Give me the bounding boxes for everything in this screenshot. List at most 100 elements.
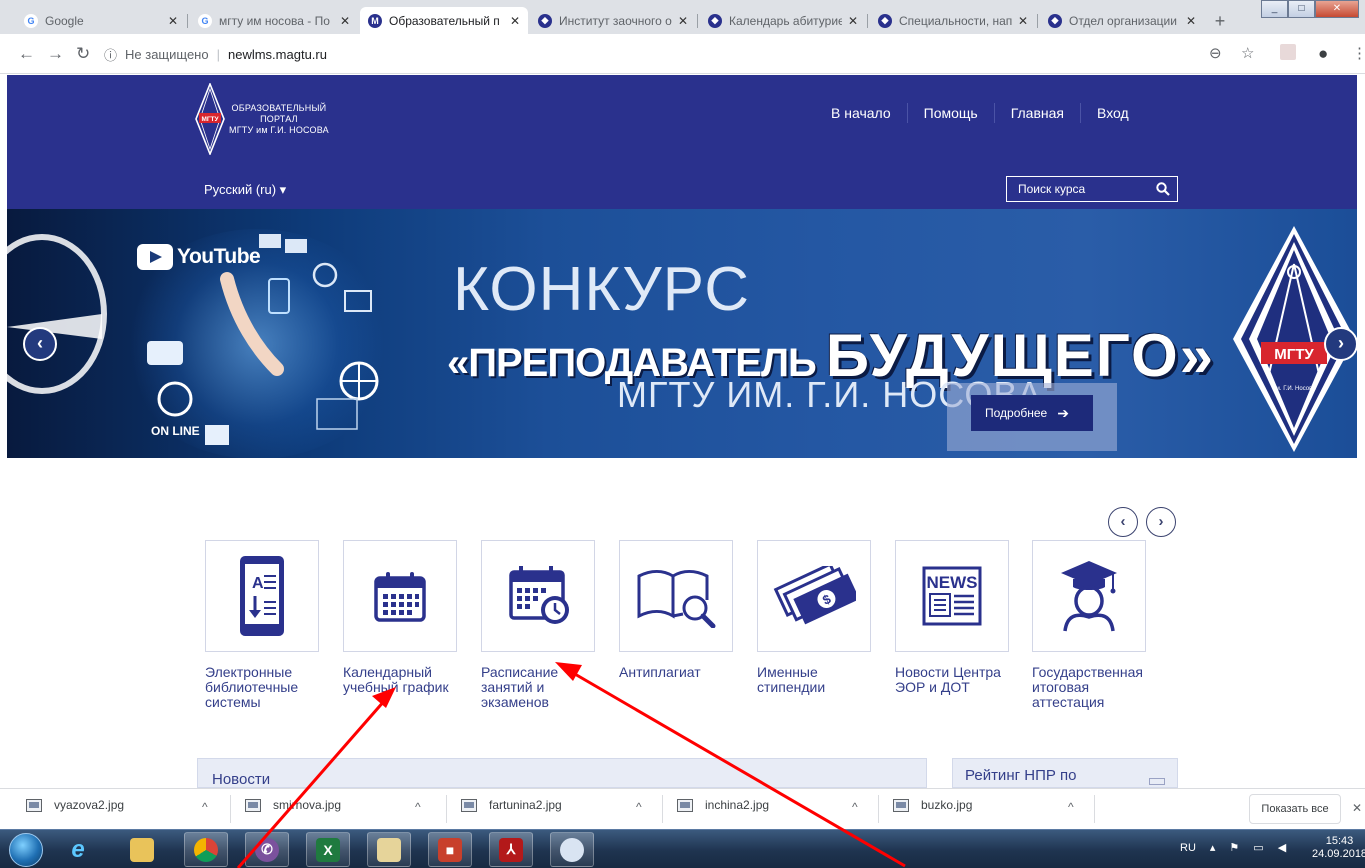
bookmark-star-icon[interactable]: ☆ bbox=[1241, 44, 1254, 62]
reader-taskbar-button[interactable]: ■ bbox=[428, 832, 472, 867]
tile-label[interactable]: Именные стипендии bbox=[757, 665, 871, 695]
tile-label[interactable]: Новости Центра ЭОР и ДОТ bbox=[895, 665, 1009, 695]
minimize-button[interactable]: _ bbox=[1261, 0, 1288, 18]
tab-institute[interactable]: ◆ Институт заочного о ✕ bbox=[530, 7, 696, 34]
profile-icon[interactable]: ● bbox=[1318, 44, 1328, 64]
download-filename: fartunina2.jpg bbox=[489, 798, 562, 812]
banner-next-button[interactable]: › bbox=[1324, 327, 1357, 361]
close-tab-icon[interactable]: ✕ bbox=[510, 14, 520, 28]
menu-icon[interactable]: ⋮ bbox=[1352, 44, 1365, 62]
svg-text:им. Г.И. Носова: им. Г.И. Носова bbox=[1272, 386, 1316, 392]
tab-title: Google bbox=[45, 13, 84, 28]
zoom-icon[interactable]: ⊖ bbox=[1209, 44, 1222, 62]
network-icon[interactable]: ▭ bbox=[1253, 841, 1263, 854]
chevron-up-icon[interactable]: ^ bbox=[636, 800, 642, 814]
close-tab-icon[interactable]: ✕ bbox=[1186, 14, 1196, 28]
back-icon[interactable]: ← bbox=[18, 44, 35, 64]
scheduler-taskbar-button[interactable] bbox=[367, 832, 411, 867]
tab-search-results[interactable]: G мгту им носова - По ✕ bbox=[190, 7, 358, 34]
reload-icon[interactable]: ↻ bbox=[76, 44, 90, 64]
explorer-taskbar-button[interactable] bbox=[120, 832, 164, 867]
chevron-up-icon[interactable]: ^ bbox=[1068, 800, 1074, 814]
window-controls: _ □ ✕ bbox=[1261, 0, 1359, 18]
image-file-icon bbox=[677, 798, 693, 812]
download-item[interactable]: vyazova2.jpg ^ bbox=[26, 798, 208, 814]
acrobat-taskbar-button[interactable]: ⅄ bbox=[489, 832, 533, 867]
info-icon[interactable]: ⓘ bbox=[104, 45, 117, 64]
tab-portal-active[interactable]: М Образовательный п ✕ bbox=[360, 7, 528, 34]
close-tab-icon[interactable]: ✕ bbox=[848, 14, 858, 28]
tile-library[interactable]: A Электронные библиотечные системы bbox=[205, 540, 319, 710]
url-field[interactable]: ⓘ Не защищено | newlms.magtu.ru bbox=[104, 40, 1244, 68]
tile-schedule[interactable]: Расписание занятий и экзаменов bbox=[481, 540, 595, 710]
close-window-button[interactable]: ✕ bbox=[1315, 0, 1359, 18]
ie-taskbar-button[interactable]: e bbox=[56, 832, 100, 867]
tile-icon-box[interactable] bbox=[1032, 540, 1146, 652]
google-icon: G bbox=[24, 13, 38, 28]
tile-icon-box[interactable] bbox=[343, 540, 457, 652]
portal-logo[interactable]: МГТУ ОБРАЗОВАТЕЛЬНЫЙ ПОРТАЛ МГТУ им Г.И.… bbox=[195, 83, 329, 155]
course-search-input[interactable]: Поиск курса bbox=[1006, 176, 1178, 202]
forward-icon[interactable]: → bbox=[47, 44, 64, 64]
system-clock[interactable]: 15:43 24.09.2018 bbox=[1312, 835, 1365, 861]
start-button[interactable] bbox=[9, 833, 43, 867]
search-icon[interactable] bbox=[1149, 177, 1177, 201]
tile-label[interactable]: Государственная итоговая аттестация bbox=[1032, 665, 1146, 710]
tile-label[interactable]: Электронные библиотечные системы bbox=[205, 665, 319, 710]
close-tab-icon[interactable]: ✕ bbox=[678, 14, 688, 28]
more-details-button[interactable]: Подробнее ➔ bbox=[971, 395, 1093, 431]
close-tab-icon[interactable]: ✕ bbox=[168, 14, 178, 28]
tab-specialties[interactable]: ◆ Специальности, нап ✕ bbox=[870, 7, 1036, 34]
chrome-taskbar-button[interactable] bbox=[184, 832, 228, 867]
tile-antiplagiarism[interactable]: Антиплагиат bbox=[619, 540, 733, 680]
maximize-button[interactable]: □ bbox=[1288, 0, 1315, 18]
tile-final-attestation[interactable]: Государственная итоговая аттестация bbox=[1032, 540, 1146, 710]
tile-icon-box[interactable] bbox=[619, 540, 733, 652]
download-item[interactable]: buzko.jpg ^ bbox=[893, 798, 1074, 814]
download-filename: vyazova2.jpg bbox=[54, 798, 125, 812]
volume-icon[interactable]: ◀ bbox=[1278, 841, 1286, 854]
chevron-up-icon[interactable]: ^ bbox=[202, 800, 208, 814]
close-icon[interactable]: ✕ bbox=[1352, 801, 1362, 815]
tile-scholarships[interactable]: $ Именные стипендии bbox=[757, 540, 871, 695]
tab-department[interactable]: ◆ Отдел организации ✕ bbox=[1040, 7, 1204, 34]
language-selector[interactable]: Русский (ru) ▾ bbox=[204, 182, 286, 198]
newspaper-icon: NEWS bbox=[922, 566, 982, 626]
close-tab-icon[interactable]: ✕ bbox=[340, 14, 350, 28]
tile-icon-box[interactable]: A bbox=[205, 540, 319, 652]
tab-google[interactable]: G Google ✕ bbox=[16, 7, 186, 34]
close-tab-icon[interactable]: ✕ bbox=[1018, 14, 1028, 28]
tab-calendar[interactable]: ◆ Календарь абитурие ✕ bbox=[700, 7, 866, 34]
download-item[interactable]: smirnova.jpg ^ bbox=[245, 798, 421, 814]
show-all-downloads-button[interactable]: Показать все bbox=[1249, 794, 1341, 824]
excel-taskbar-button[interactable]: X bbox=[306, 832, 350, 867]
download-item[interactable]: fartunina2.jpg ^ bbox=[461, 798, 642, 814]
tiles-prev-button[interactable]: ‹ bbox=[1108, 507, 1138, 537]
chevron-up-icon[interactable]: ^ bbox=[852, 800, 858, 814]
tile-icon-box[interactable]: $ bbox=[757, 540, 871, 652]
tile-label[interactable]: Антиплагиат bbox=[619, 665, 733, 680]
tiles-next-button[interactable]: › bbox=[1146, 507, 1176, 537]
tile-center-news[interactable]: NEWS Новости Центра ЭОР и ДОТ bbox=[895, 540, 1009, 695]
nav-home-start[interactable]: В начало bbox=[815, 103, 907, 123]
nav-main[interactable]: Главная bbox=[993, 103, 1080, 123]
tile-label[interactable]: Календарный учебный график bbox=[343, 665, 457, 695]
chevron-up-icon[interactable]: ^ bbox=[415, 800, 421, 814]
paint-taskbar-button[interactable] bbox=[550, 832, 594, 867]
pdf-extension-icon[interactable] bbox=[1280, 44, 1296, 60]
tile-icon-box[interactable] bbox=[481, 540, 595, 652]
chevron-up-icon[interactable]: ▴ bbox=[1210, 841, 1216, 854]
banner-prev-button[interactable]: ‹ bbox=[23, 327, 57, 361]
flag-icon[interactable]: ⚑ bbox=[1229, 841, 1239, 854]
collapse-icon[interactable] bbox=[1149, 778, 1165, 785]
nav-help[interactable]: Помощь bbox=[906, 103, 994, 123]
nav-login[interactable]: Вход bbox=[1080, 103, 1145, 123]
tile-icon-box[interactable]: NEWS bbox=[895, 540, 1009, 652]
tile-academic-calendar[interactable]: Календарный учебный график bbox=[343, 540, 457, 695]
mgtu-round-icon: ◆ bbox=[708, 13, 722, 28]
language-indicator[interactable]: RU bbox=[1180, 842, 1196, 854]
download-item[interactable]: inchina2.jpg ^ bbox=[677, 798, 858, 814]
viber-taskbar-button[interactable]: ✆ bbox=[245, 832, 289, 867]
tile-label[interactable]: Расписание занятий и экзаменов bbox=[481, 665, 595, 710]
new-tab-button[interactable]: + bbox=[1209, 11, 1231, 33]
